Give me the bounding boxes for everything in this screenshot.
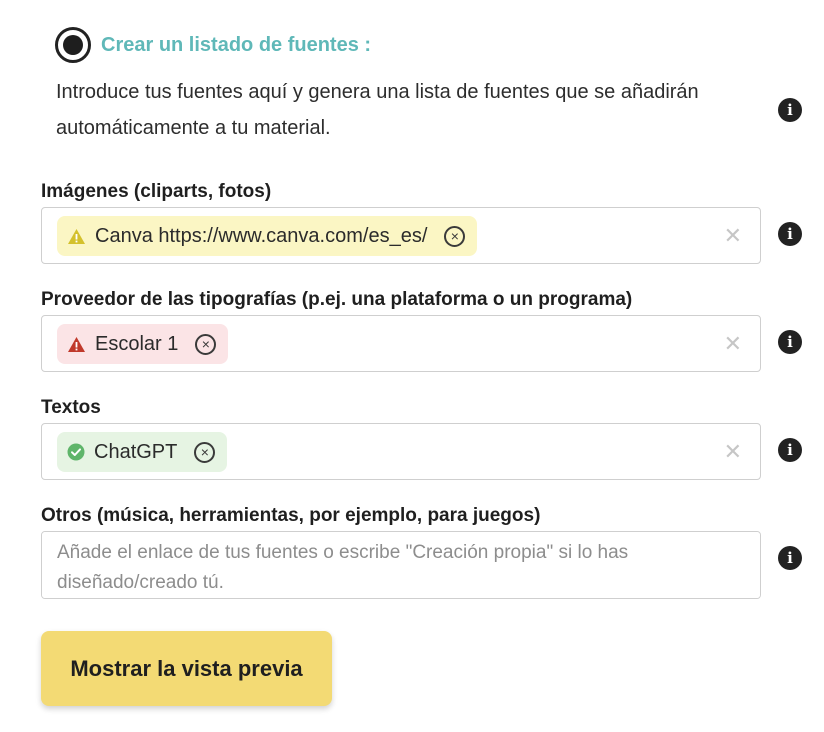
info-icon[interactable]: i — [778, 438, 802, 462]
clear-x-icon[interactable]: ✕ — [724, 225, 742, 247]
remove-tag-icon[interactable]: × — [444, 225, 466, 247]
texts-tag-input[interactable]: ChatGPT × ✕ — [41, 423, 761, 480]
show-preview-button[interactable]: Mostrar la vista previa — [41, 631, 332, 706]
others-textarea[interactable] — [41, 531, 761, 599]
clear-x-icon[interactable]: ✕ — [724, 441, 742, 463]
texts-tag-text: ChatGPT — [94, 440, 178, 463]
section-intro-text: Introduce tus fuentes aquí y genera una … — [56, 81, 699, 139]
images-tag-text: Canva https://www.canva.com/es_es/ — [95, 224, 428, 247]
texts-tag: ChatGPT × — [57, 432, 228, 472]
texts-label: Textos — [41, 397, 101, 418]
fonts-provider-tag-input[interactable]: Escolar 1 × ✕ — [41, 315, 761, 372]
clear-x-icon[interactable]: ✕ — [724, 333, 742, 355]
warning-triangle-icon — [67, 228, 86, 245]
check-circle-icon — [67, 443, 85, 461]
images-tag-input[interactable]: Canva https://www.canva.com/es_es/ × ✕ — [41, 207, 761, 264]
radio-selected-dot — [63, 35, 83, 55]
info-icon[interactable]: i — [778, 546, 802, 570]
fonts-provider-tag: Escolar 1 × — [57, 324, 229, 364]
images-label: Imágenes (cliparts, fotos) — [41, 181, 272, 202]
create-source-list-radio[interactable] — [55, 27, 91, 63]
images-tag: Canva https://www.canva.com/es_es/ × — [57, 216, 478, 256]
others-label: Otros (música, herramientas, por ejemplo… — [41, 505, 541, 526]
info-icon[interactable]: i — [778, 98, 802, 122]
remove-tag-icon[interactable]: × — [195, 333, 217, 355]
remove-tag-icon[interactable]: × — [194, 441, 216, 463]
error-triangle-icon — [67, 336, 86, 353]
info-icon[interactable]: i — [778, 222, 802, 246]
fonts-provider-label: Proveedor de las tipografías (p.ej. una … — [41, 289, 633, 310]
info-icon[interactable]: i — [778, 330, 802, 354]
fonts-provider-tag-text: Escolar 1 — [95, 332, 179, 355]
section-title: Crear un listado de fuentes : — [101, 34, 372, 56]
